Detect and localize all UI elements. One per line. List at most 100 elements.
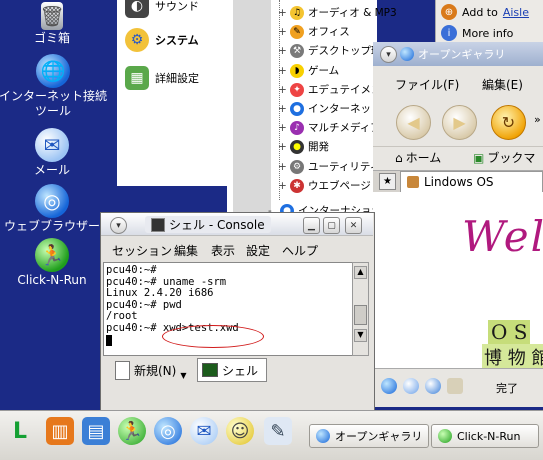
desktop-icon-label: ゴミ箱: [33, 31, 70, 45]
tree-item-desktop[interactable]: + ⚒ デスクトップ環: [278, 41, 382, 60]
browser-menu-file[interactable]: ファイル(F): [395, 76, 459, 93]
office-icon: ✎: [290, 24, 304, 39]
cp-item-label: サウンド: [155, 0, 199, 13]
globe-icon: [316, 429, 330, 443]
konsole-menu-edit[interactable]: 編集: [174, 242, 198, 259]
star-icon[interactable]: ★: [379, 173, 396, 190]
tree-item-audio[interactable]: + ♫ オーディオ & MP3: [278, 3, 397, 22]
konsole-title: シェル - Console: [145, 216, 271, 233]
home-icon: ⌂: [395, 150, 403, 165]
taskbar-task-open-gallery[interactable]: オープンギャラリー: [309, 424, 429, 448]
music-icon: ♫: [290, 5, 304, 20]
runner-icon: [438, 429, 452, 443]
browser-icon[interactable]: ◎: [154, 417, 182, 445]
desktop-icon-internet-tool[interactable]: 🌐 インターネット接続 ツール: [0, 54, 108, 119]
konsole-menu-session[interactable]: セッション: [112, 242, 172, 259]
desktop-icon-label: Click-N-Run: [17, 273, 87, 287]
development-icon: ●: [290, 139, 304, 154]
desktop-icon-click-n-run[interactable]: 🏃 Click-N-Run: [0, 238, 107, 288]
info-icon: i: [441, 25, 457, 41]
speaker-icon: ◐: [125, 0, 149, 18]
reload-icon[interactable]: ↻: [491, 105, 526, 140]
session-tab-shell[interactable]: シェル: [197, 358, 267, 382]
composer-icon[interactable]: [425, 378, 441, 394]
browser-title-text: オープンギャラリ: [400, 46, 505, 62]
minimize-button[interactable]: ▁: [303, 217, 320, 234]
lindows-launcher-icon[interactable]: Ⅼ: [6, 417, 34, 445]
toolbar-overflow-icon[interactable]: »: [534, 113, 541, 126]
globe-connect-icon: 🌐: [36, 54, 70, 88]
konsole-menu-help[interactable]: ヘルプ: [282, 242, 318, 259]
new-document-icon: [115, 360, 130, 380]
konsole-menu-settings[interactable]: 設定: [246, 242, 270, 259]
taskbar-task-click-n-run[interactable]: Click-N-Run: [431, 424, 539, 448]
window-menu-button[interactable]: ▾: [110, 217, 127, 234]
more-info-row[interactable]: i More info: [441, 25, 513, 41]
status-text: 完了: [496, 382, 518, 395]
desktop-icon-label: インターネット接続 ツール: [0, 89, 107, 118]
chevron-down-icon: ▼: [180, 370, 187, 380]
scroll-down-arrow-icon[interactable]: ▼: [354, 329, 367, 342]
back-arrow-icon[interactable]: ◀: [396, 105, 431, 140]
bookmark-home[interactable]: ⌂ ホーム: [395, 149, 441, 166]
add-to-aisle-row[interactable]: ⊕ Add to Aisle: [441, 4, 529, 20]
runner-icon: 🏃: [35, 238, 69, 272]
close-button[interactable]: ✕: [345, 217, 362, 234]
cp-item-sound[interactable]: ◐ サウンド: [125, 0, 199, 18]
address-book-icon[interactable]: [447, 378, 463, 394]
multimedia-icon: ♪: [290, 120, 304, 135]
chat-icon[interactable]: ☺: [226, 417, 254, 445]
mail-icon[interactable]: ✉: [190, 417, 218, 445]
terminal-line: pcu40:~# pwd: [106, 298, 182, 311]
aisle-link[interactable]: Aisle: [503, 6, 529, 19]
tree-item-webpage[interactable]: + ✱ ウエブページ: [278, 176, 371, 195]
desktop-icon-label: メール: [33, 163, 70, 177]
desktop-icon-label: ウェブブラウザー: [3, 219, 100, 233]
forward-arrow-icon[interactable]: ▶: [442, 105, 477, 140]
browser-tab-lindows[interactable]: Lindows OS: [400, 171, 543, 192]
new-session-button[interactable]: 新規(N) ▼: [115, 358, 187, 382]
click-n-run-icon[interactable]: 🏃: [118, 417, 146, 445]
cp-item-system[interactable]: ⚙ システム: [125, 28, 199, 52]
desktop-icon-trash[interactable]: 🗑 ゴミ箱: [0, 2, 107, 46]
tree-item-internet[interactable]: + ● インターネット: [278, 99, 382, 118]
life-vest-icon[interactable]: ▥: [46, 417, 74, 445]
cp-item-label: システム: [155, 34, 199, 47]
scroll-thumb[interactable]: [354, 305, 367, 325]
oss-heading: O S: [488, 320, 531, 344]
terminal-icon: [202, 363, 218, 377]
tree-item-edutainment[interactable]: + ✦ エデュテイメン: [278, 80, 382, 99]
tree-indent-strip: [233, 0, 271, 215]
konsole-menu-view[interactable]: 表示: [211, 242, 235, 259]
cp-item-advanced[interactable]: ▦ 詳細設定: [125, 66, 199, 90]
webpage-icon: ✱: [290, 178, 304, 193]
desktop-icon-browser[interactable]: ◎ ウェブブラウザー: [0, 184, 107, 234]
bookmark-bookmarks[interactable]: ▣ ブックマ: [473, 149, 535, 166]
globe-icon[interactable]: [381, 378, 397, 394]
terminal-line: pcu40:~#: [106, 264, 157, 276]
tree-item-multimedia[interactable]: + ♪ マルチメディア: [278, 118, 381, 137]
mail-icon: ✉: [35, 128, 69, 162]
text-editor-icon[interactable]: ✎: [264, 417, 292, 445]
desktop-icon: ⚒: [290, 43, 304, 58]
internet-icon: ●: [290, 101, 304, 116]
tree-item-office[interactable]: + ✎ オフィス: [278, 22, 350, 41]
scroll-up-arrow-icon[interactable]: ▲: [354, 266, 367, 279]
annotation-ellipse: [162, 325, 264, 348]
browser-menu-edit[interactable]: 編集(E): [482, 76, 523, 93]
terminal-cursor: [106, 334, 112, 346]
mail-icon[interactable]: [403, 378, 419, 394]
globe-icon: ◎: [35, 184, 69, 218]
maximize-button[interactable]: ▢: [323, 217, 340, 234]
edu-icon: ✦: [290, 82, 304, 97]
utilities-icon: ⚙: [290, 159, 304, 174]
file-manager-icon[interactable]: ▤: [82, 417, 110, 445]
tree-item-games[interactable]: + ◗ ゲーム: [278, 61, 339, 80]
desktop-icon-mail[interactable]: ✉ メール: [0, 128, 107, 178]
status-icons: [381, 378, 463, 394]
bookmark-icon: ▣: [473, 150, 485, 165]
tree-item-development[interactable]: + ● 開発: [278, 137, 329, 156]
window-menu-button[interactable]: ▾: [380, 46, 397, 63]
terminal-icon: [151, 217, 165, 232]
trash-icon: 🗑: [39, 2, 65, 30]
